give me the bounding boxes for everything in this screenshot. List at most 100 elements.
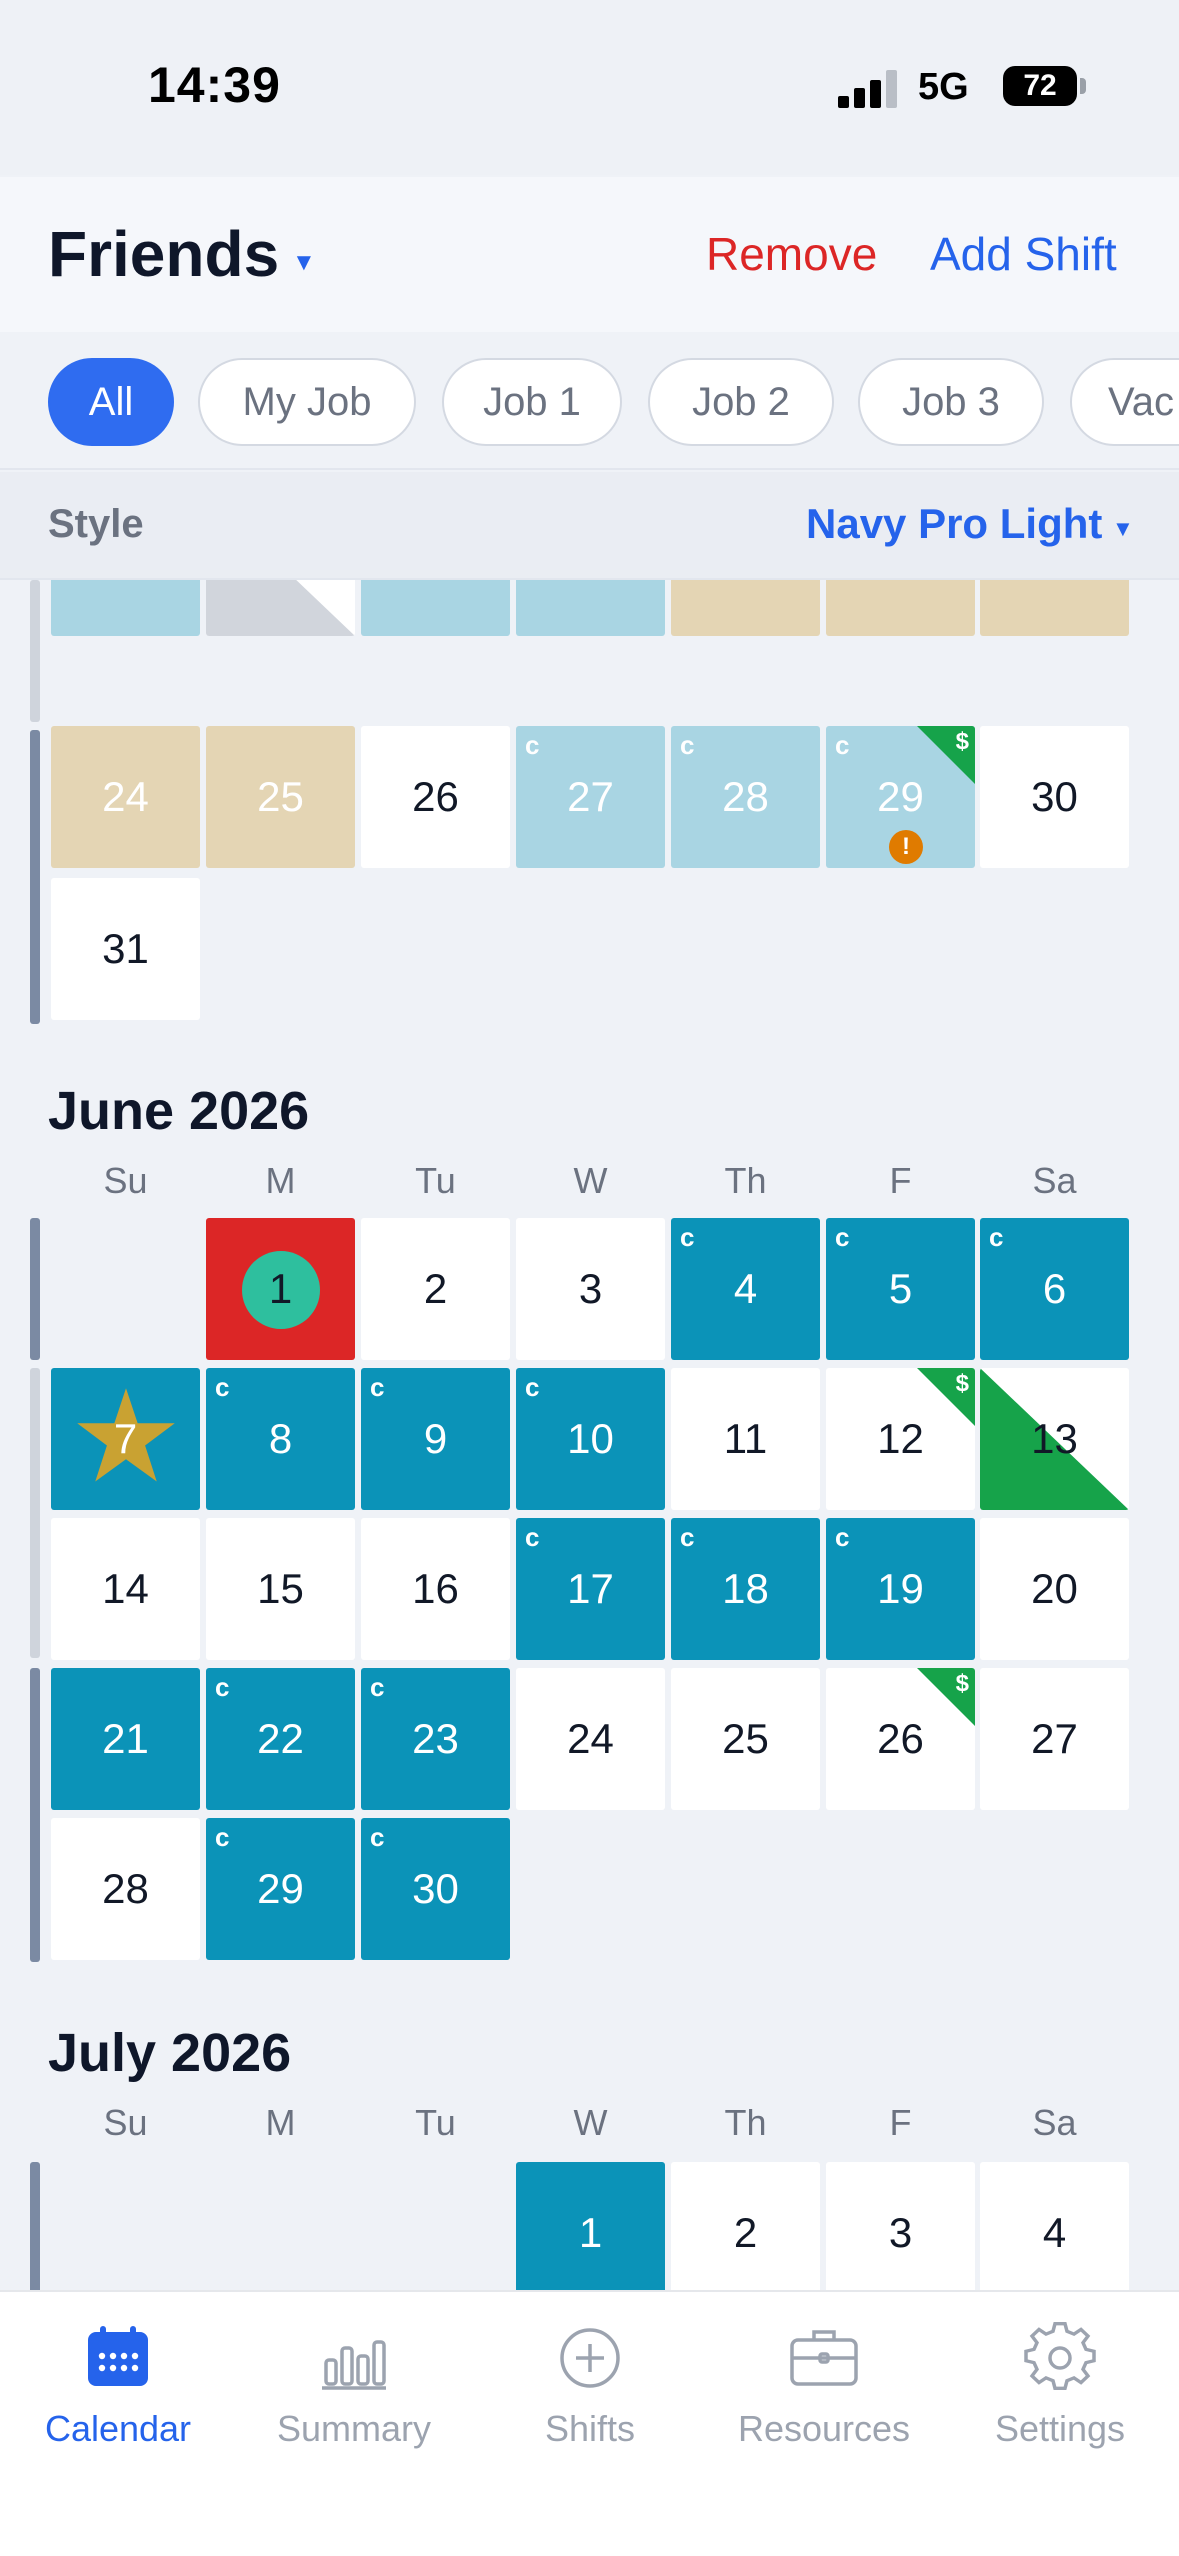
day-cell[interactable]: 3: [826, 2162, 975, 2290]
day-cell[interactable]: 22: [826, 580, 975, 636]
day-cell[interactable]: 27: [980, 1668, 1129, 1810]
tab-shifts[interactable]: Shifts: [472, 2322, 708, 2462]
filter-chip-job-2[interactable]: Job 2: [648, 358, 834, 446]
day-cell[interactable]: c $! 29: [826, 726, 975, 868]
day-cell[interactable]: 28: [51, 1818, 200, 1960]
add-shift-button[interactable]: Add Shift: [930, 227, 1117, 281]
weekday-label: Su: [103, 2102, 148, 2143]
day-number: 25: [257, 773, 304, 820]
day-cell[interactable]: 18: [206, 580, 355, 636]
day-cell[interactable]: 31: [51, 878, 200, 1020]
filter-chip-vacation[interactable]: Vac: [1070, 358, 1179, 446]
day-cell[interactable]: 11: [671, 1368, 820, 1510]
day-cell[interactable]: 30: [980, 726, 1129, 868]
day-cell[interactable]: 23: [980, 580, 1129, 636]
day-cell[interactable]: c5: [826, 1218, 975, 1360]
chevron-down-icon[interactable]: ▼: [292, 249, 316, 277]
tab-label: Shifts: [544, 2408, 636, 2449]
day-cell[interactable]: 2: [361, 1218, 510, 1360]
day-cell[interactable]: 24: [51, 726, 200, 868]
filter-chip-all[interactable]: All: [48, 358, 174, 446]
day-cell[interactable]: 20: [980, 1518, 1129, 1660]
day-cell[interactable]: $26: [826, 1668, 975, 1810]
day-cell[interactable]: c19: [361, 580, 510, 636]
gear-icon: [1024, 2322, 1096, 2390]
day-cell[interactable]: 25: [206, 726, 355, 868]
day-cell[interactable]: 16: [361, 1518, 510, 1660]
day-cell[interactable]: 1: [516, 2162, 665, 2290]
tab-bar: Calendar Summary Shifts Resources Settin…: [0, 2290, 1179, 2556]
day-cell[interactable]: c4: [671, 1218, 820, 1360]
day-cell[interactable]: c20: [516, 580, 665, 636]
tab-resources[interactable]: Resources: [706, 2322, 942, 2462]
day-cell[interactable]: c9: [361, 1368, 510, 1510]
day-number: 31: [102, 925, 149, 972]
day-number: 6: [1042, 1265, 1067, 1312]
day-number: 8: [268, 1415, 293, 1462]
day-cell[interactable]: c 17: [516, 1518, 665, 1660]
style-value[interactable]: Navy Pro Light: [806, 500, 1102, 548]
week-bar: [30, 1668, 40, 1962]
calendar-scroll-area[interactable]: June 2026 Su M Tu W Th F Sa July 2026 Su M Tu W Th…: [0, 580, 1179, 2290]
day-cell[interactable]: c19: [826, 1518, 975, 1660]
day-cell[interactable]: 15: [206, 1518, 355, 1660]
job-filter-bar[interactable]: All My Job Job 1 Job 2 Job 3 Vac: [0, 334, 1179, 470]
tab-summary[interactable]: Summary: [236, 2322, 472, 2462]
battery-icon: 72: [1003, 66, 1077, 106]
day-number: 29: [257, 1865, 304, 1912]
day-cell[interactable]: c6: [980, 1218, 1129, 1360]
day-number: 11: [723, 1415, 768, 1462]
month-title-june: June 2026: [48, 1081, 310, 1141]
day-number: 28: [102, 1865, 149, 1912]
filter-chip-job-3[interactable]: Job 3: [858, 358, 1044, 446]
day-number: 17: [567, 1565, 614, 1612]
day-number: 26: [877, 1715, 924, 1762]
chevron-down-icon[interactable]: ▼: [1112, 516, 1134, 542]
tab-calendar[interactable]: Calendar: [0, 2322, 236, 2462]
day-cell[interactable]: c8: [206, 1368, 355, 1510]
weekday-label: F: [889, 2102, 912, 2143]
filter-chip-job-1[interactable]: Job 1: [442, 358, 622, 446]
tab-settings[interactable]: Settings: [942, 2322, 1178, 2462]
day-number: 12: [877, 1415, 924, 1462]
day-cell[interactable]: $12: [826, 1368, 975, 1510]
filter-chip-my-job[interactable]: My Job: [198, 358, 416, 446]
day-cell[interactable]: c 27: [516, 726, 665, 868]
day-cell[interactable]: 14: [51, 1518, 200, 1660]
day-number: 27: [567, 773, 614, 820]
day-number: 22: [257, 1715, 304, 1762]
day-number: 17: [51, 580, 200, 636]
day-cell[interactable]: 2: [671, 2162, 820, 2290]
day-cell[interactable]: 26: [361, 726, 510, 868]
weekday-label: W: [573, 2102, 608, 2143]
style-row[interactable]: Style Navy Pro Light ▼: [0, 472, 1179, 580]
day-cell[interactable]: 13: [980, 1368, 1129, 1510]
day-cell[interactable]: c 18: [671, 1518, 820, 1660]
weekday-label: Sa: [1032, 1160, 1077, 1201]
briefcase-icon: [790, 2330, 858, 2386]
day-cell[interactable]: c 29: [206, 1818, 355, 1960]
day-cell[interactable]: 4: [980, 2162, 1129, 2290]
tab-label: Calendar: [44, 2408, 192, 2449]
day-number: 1: [578, 2209, 603, 2256]
day-cell[interactable]: 7: [51, 1368, 200, 1510]
weekday-label: M: [265, 2102, 296, 2143]
day-cell[interactable]: 1: [206, 1218, 355, 1360]
day-cell[interactable]: 17: [51, 580, 200, 636]
day-number: 16: [412, 1565, 459, 1612]
network-label: 5G: [918, 66, 969, 108]
day-number: 4: [1042, 2209, 1067, 2256]
day-cell[interactable]: c 28: [671, 726, 820, 868]
day-cell[interactable]: 3: [516, 1218, 665, 1360]
day-cell[interactable]: c 22: [206, 1668, 355, 1810]
day-number: 28: [722, 773, 769, 820]
page-title[interactable]: Friends: [48, 217, 279, 291]
day-cell[interactable]: 21: [51, 1668, 200, 1810]
day-cell[interactable]: c 23: [361, 1668, 510, 1810]
day-cell[interactable]: 24: [516, 1668, 665, 1810]
day-cell[interactable]: c 10: [516, 1368, 665, 1510]
day-cell[interactable]: 25: [671, 1668, 820, 1810]
remove-button[interactable]: Remove: [706, 227, 877, 281]
day-cell[interactable]: 21: [671, 580, 820, 636]
day-cell[interactable]: c 30: [361, 1818, 510, 1960]
